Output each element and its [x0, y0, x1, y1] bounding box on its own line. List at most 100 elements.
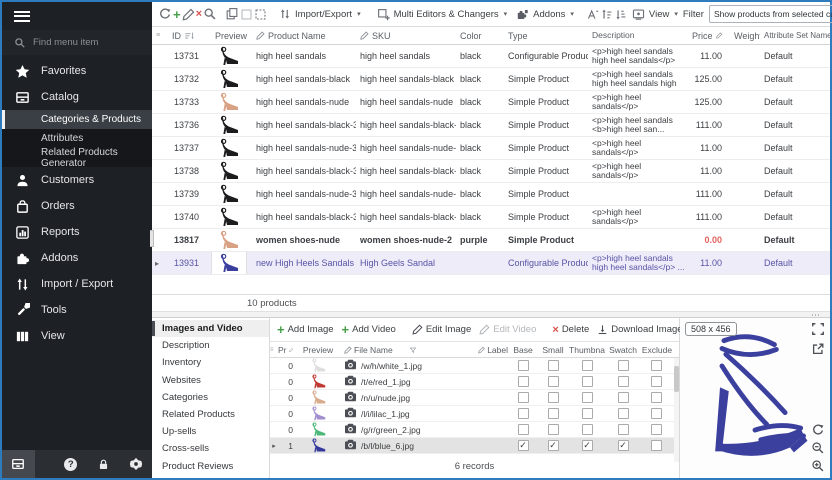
column-header-thumbnail[interactable]: Thumbna: [568, 345, 606, 355]
rotate-icon[interactable]: [811, 423, 826, 438]
product-sku[interactable]: high heel sandals-nude-36: [356, 143, 456, 153]
image-file[interactable]: /g/r/green_2.jpg: [338, 423, 478, 436]
small-checkbox[interactable]: [538, 376, 568, 387]
thumbnail-checkbox[interactable]: ✓: [568, 440, 606, 451]
product-sku[interactable]: high heel sandals: [356, 51, 456, 61]
small-checkbox[interactable]: [538, 424, 568, 435]
image-row[interactable]: 0 /w/h/white_1.jpg: [270, 358, 679, 374]
exclude-checkbox[interactable]: [640, 424, 672, 435]
product-price[interactable]: 11.00: [688, 166, 730, 176]
base-checkbox[interactable]: [508, 360, 538, 371]
sidebar-item[interactable]: Catalog: [2, 84, 152, 110]
small-checkbox[interactable]: [538, 408, 568, 419]
sidebar-item[interactable]: Import / Export: [2, 271, 152, 297]
add-button[interactable]: +: [173, 5, 181, 24]
horizontal-splitter[interactable]: ⋯: [152, 311, 830, 318]
image-row[interactable]: ▸ 1 /b/l/blue_6.jpg ✓ ✓ ✓ ✓: [270, 438, 679, 454]
product-sku[interactable]: high heel sandals-nude-37: [356, 189, 456, 199]
product-sku[interactable]: high heel sandals-black-36: [356, 120, 456, 130]
base-checkbox[interactable]: [508, 408, 538, 419]
column-header-base[interactable]: Base: [508, 345, 538, 355]
product-price[interactable]: 111.00: [688, 120, 730, 130]
zoom-in-icon[interactable]: [811, 459, 826, 474]
base-checkbox[interactable]: [508, 424, 538, 435]
sidebar-item[interactable]: Tools: [2, 297, 152, 323]
download-image-button[interactable]: Download Image: [594, 320, 685, 339]
view-button[interactable]: View ▾: [628, 5, 682, 24]
base-checkbox[interactable]: [508, 392, 538, 403]
refresh-button[interactable]: [158, 5, 172, 24]
scrollbar-thumb[interactable]: [674, 366, 679, 392]
delete-button[interactable]: ×: [196, 5, 202, 24]
product-price[interactable]: 125.00: [688, 74, 730, 84]
thumbnail-checkbox[interactable]: [568, 424, 606, 435]
column-header-label[interactable]: Label: [478, 345, 508, 355]
exclude-checkbox[interactable]: [640, 408, 672, 419]
thumbnail-checkbox[interactable]: [568, 408, 606, 419]
add-image-button[interactable]: +Add Image: [274, 320, 337, 339]
row-selector[interactable]: ▸: [270, 442, 278, 450]
sidebar-item[interactable]: Orders: [2, 193, 152, 219]
category-filter-select[interactable]: Show products from selected categories ▾: [709, 5, 832, 23]
exclude-checkbox[interactable]: [640, 360, 672, 371]
thumbnail-checkbox[interactable]: [568, 376, 606, 387]
column-header-small[interactable]: Small: [538, 345, 568, 355]
product-sku[interactable]: high heel sandals-nude: [356, 97, 456, 107]
sidebar-item[interactable]: Customers: [2, 167, 152, 193]
store-button[interactable]: [2, 450, 35, 478]
image-priority[interactable]: 0: [278, 377, 298, 387]
sidebar-item[interactable]: View: [2, 323, 152, 349]
sidebar-search[interactable]: [2, 30, 152, 55]
column-header-preview[interactable]: Preview: [298, 345, 338, 355]
detail-tab[interactable]: Categories: [152, 389, 269, 406]
exclude-checkbox[interactable]: [640, 392, 672, 403]
product-name[interactable]: high heel sandals-nude: [252, 97, 356, 107]
table-row[interactable]: 13738 high heel sandals-black-37 high he…: [152, 160, 830, 183]
product-price[interactable]: 11.00: [688, 143, 730, 153]
column-header-sku[interactable]: SKU: [356, 31, 456, 41]
sidebar-item[interactable]: Favorites: [2, 58, 152, 84]
copy-button[interactable]: [225, 5, 239, 24]
column-header-exclude[interactable]: Exclude: [640, 345, 672, 355]
product-name[interactable]: women shoes-nude: [252, 235, 356, 245]
detail-tab[interactable]: Websites: [152, 372, 269, 389]
addons-button[interactable]: Addons ▾: [512, 5, 578, 24]
product-sku[interactable]: High Geels Sandal: [356, 258, 456, 268]
product-price[interactable]: 0.00: [688, 235, 730, 245]
exclude-checkbox[interactable]: [640, 376, 672, 387]
image-row[interactable]: 0 /g/r/green_2.jpg: [270, 422, 679, 438]
small-checkbox[interactable]: [538, 392, 568, 403]
row-selector[interactable]: ▸: [152, 259, 162, 268]
product-price[interactable]: 111.00: [688, 212, 730, 222]
detail-tab[interactable]: Description: [152, 337, 269, 354]
image-priority[interactable]: 0: [278, 393, 298, 403]
product-name[interactable]: high heel sandals-nude-37: [252, 189, 356, 199]
product-sku[interactable]: high heel sandals-black: [356, 74, 456, 84]
lock-button[interactable]: [87, 450, 120, 478]
row-menu-icon[interactable]: ≡: [152, 32, 162, 39]
image-priority[interactable]: 0: [278, 425, 298, 435]
sidebar-item[interactable]: Related Products Generator: [2, 148, 152, 167]
image-priority[interactable]: 0: [278, 361, 298, 371]
sort-desc-button[interactable]: [614, 5, 627, 24]
checkbox-button[interactable]: [240, 5, 253, 24]
swatch-checkbox[interactable]: [606, 424, 640, 435]
product-price[interactable]: 125.00: [688, 97, 730, 107]
table-row[interactable]: 13736 high heel sandals-black-36 high he…: [152, 114, 830, 137]
image-row[interactable]: 0 /l/i/lilac_1.jpg: [270, 406, 679, 422]
sidebar-item[interactable]: Addons: [2, 245, 152, 271]
column-header-file-name[interactable]: File Name: [338, 345, 478, 355]
sidebar-item[interactable]: Attributes: [2, 129, 152, 148]
row-menu-icon[interactable]: ≡: [270, 347, 278, 353]
product-name[interactable]: new High Heels Sandals: [252, 258, 356, 268]
product-name[interactable]: high heel sandals-black-36: [252, 120, 356, 130]
column-header-price[interactable]: Price: [688, 31, 730, 41]
product-name[interactable]: high heel sandals-black-38: [252, 212, 356, 222]
fullscreen-icon[interactable]: [811, 322, 826, 337]
product-name[interactable]: high heel sandals: [252, 51, 356, 61]
product-price[interactable]: 111.00: [688, 189, 730, 199]
edit-video-button[interactable]: Edit Video: [476, 320, 539, 339]
column-header-id[interactable]: ID: [162, 31, 206, 41]
add-video-button[interactable]: +Add Video: [339, 320, 399, 339]
import-export-button[interactable]: Import/Export ▾: [275, 5, 365, 24]
